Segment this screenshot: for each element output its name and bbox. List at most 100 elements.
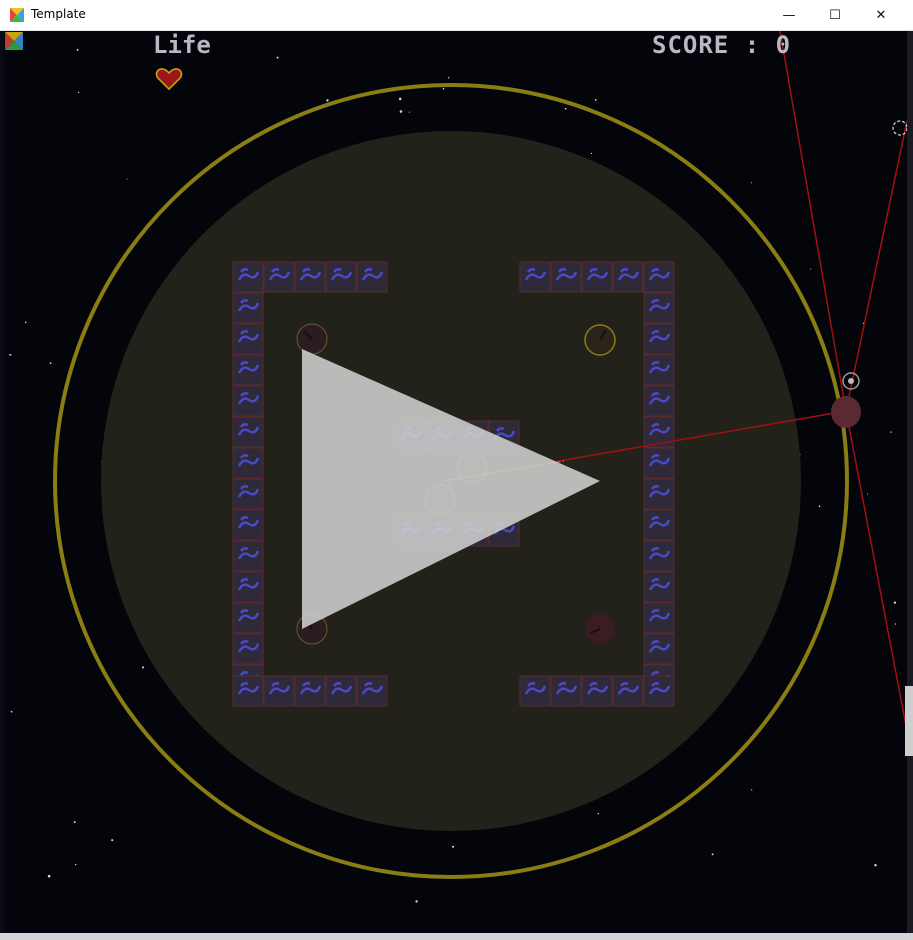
wall-block xyxy=(232,633,264,665)
turret-top-right xyxy=(584,324,616,356)
wall-block xyxy=(519,675,551,707)
wall-block xyxy=(356,261,388,293)
star xyxy=(866,493,869,495)
wall-block xyxy=(643,354,675,386)
minimize-icon: — xyxy=(782,7,796,23)
close-button[interactable]: ✕ xyxy=(858,0,904,30)
wall-block xyxy=(294,675,326,707)
wall-block xyxy=(325,675,357,707)
wall-block xyxy=(519,261,551,293)
wall-block xyxy=(550,675,582,707)
turret-top-left xyxy=(296,323,328,355)
star xyxy=(447,77,450,79)
wall-block xyxy=(232,540,264,572)
heart-icon xyxy=(155,68,183,91)
wall-block xyxy=(612,675,644,707)
minimize-button[interactable]: — xyxy=(766,0,812,30)
star xyxy=(24,321,27,324)
wall-block xyxy=(232,602,264,634)
star xyxy=(398,97,402,101)
star xyxy=(751,789,753,791)
wall-block xyxy=(643,261,675,293)
star xyxy=(750,182,753,184)
wall-block xyxy=(643,385,675,417)
star xyxy=(810,268,812,270)
score-label: SCORE : 0 xyxy=(652,31,792,59)
wall-block xyxy=(643,478,675,510)
wall-block xyxy=(643,292,675,324)
wall-block xyxy=(232,385,264,417)
app-logo-icon xyxy=(5,32,23,50)
wall-block xyxy=(612,261,644,293)
maximize-icon: ☐ xyxy=(829,7,841,23)
star xyxy=(894,623,897,625)
star xyxy=(126,178,128,180)
star xyxy=(10,710,13,713)
star xyxy=(890,431,892,433)
wall-block xyxy=(643,323,675,355)
star xyxy=(594,99,597,101)
wall-block xyxy=(356,675,388,707)
wall-block xyxy=(232,323,264,355)
star xyxy=(408,111,410,113)
star xyxy=(141,666,145,669)
wall-block xyxy=(232,675,264,707)
wall-block xyxy=(643,416,675,448)
window-title-bar: Template — ☐ ✕ xyxy=(0,0,913,31)
game-viewport[interactable]: Life SCORE : 0 xyxy=(4,31,907,933)
wall-block xyxy=(263,261,295,293)
life-label: Life xyxy=(153,31,211,59)
star xyxy=(874,864,877,867)
wall-block xyxy=(325,261,357,293)
wall-block xyxy=(232,261,264,293)
maximize-button[interactable]: ☐ xyxy=(812,0,858,30)
turret-bottom-right xyxy=(585,614,615,644)
wall-block xyxy=(643,675,675,707)
app-logo-icon xyxy=(10,8,24,22)
close-icon: ✕ xyxy=(875,7,887,23)
wall-block xyxy=(232,354,264,386)
star xyxy=(77,91,80,94)
window-scroll-strip xyxy=(905,686,913,756)
wall-block xyxy=(232,571,264,603)
wall-block xyxy=(643,633,675,665)
wall-block xyxy=(643,540,675,572)
wall-block xyxy=(232,292,264,324)
star xyxy=(73,821,76,823)
star xyxy=(590,152,593,155)
wall-block xyxy=(263,675,295,707)
star xyxy=(111,839,114,842)
wall-block xyxy=(581,261,613,293)
wall-block xyxy=(643,509,675,541)
window-bottom-border xyxy=(0,933,913,940)
star xyxy=(451,845,455,848)
star xyxy=(711,853,714,856)
star xyxy=(818,505,821,508)
star xyxy=(276,56,279,59)
star xyxy=(76,48,79,51)
wall-block xyxy=(643,602,675,634)
star xyxy=(47,874,51,878)
star xyxy=(415,900,418,903)
wall-block xyxy=(232,447,264,479)
window-border xyxy=(907,31,913,933)
star xyxy=(75,863,77,866)
star xyxy=(326,99,329,102)
star xyxy=(597,812,599,815)
wall-block xyxy=(232,416,264,448)
star xyxy=(399,110,403,113)
star xyxy=(49,362,52,364)
wall-block xyxy=(550,261,582,293)
game-scene xyxy=(9,31,907,903)
wall-block xyxy=(581,675,613,707)
star xyxy=(893,601,897,604)
star xyxy=(442,87,445,90)
wall-block xyxy=(643,571,675,603)
wall-block xyxy=(232,478,264,510)
wall-block xyxy=(294,261,326,293)
star xyxy=(9,353,12,356)
star xyxy=(564,107,567,110)
wall-block xyxy=(643,447,675,479)
wall-block xyxy=(232,509,264,541)
window-title: Template xyxy=(31,7,86,21)
